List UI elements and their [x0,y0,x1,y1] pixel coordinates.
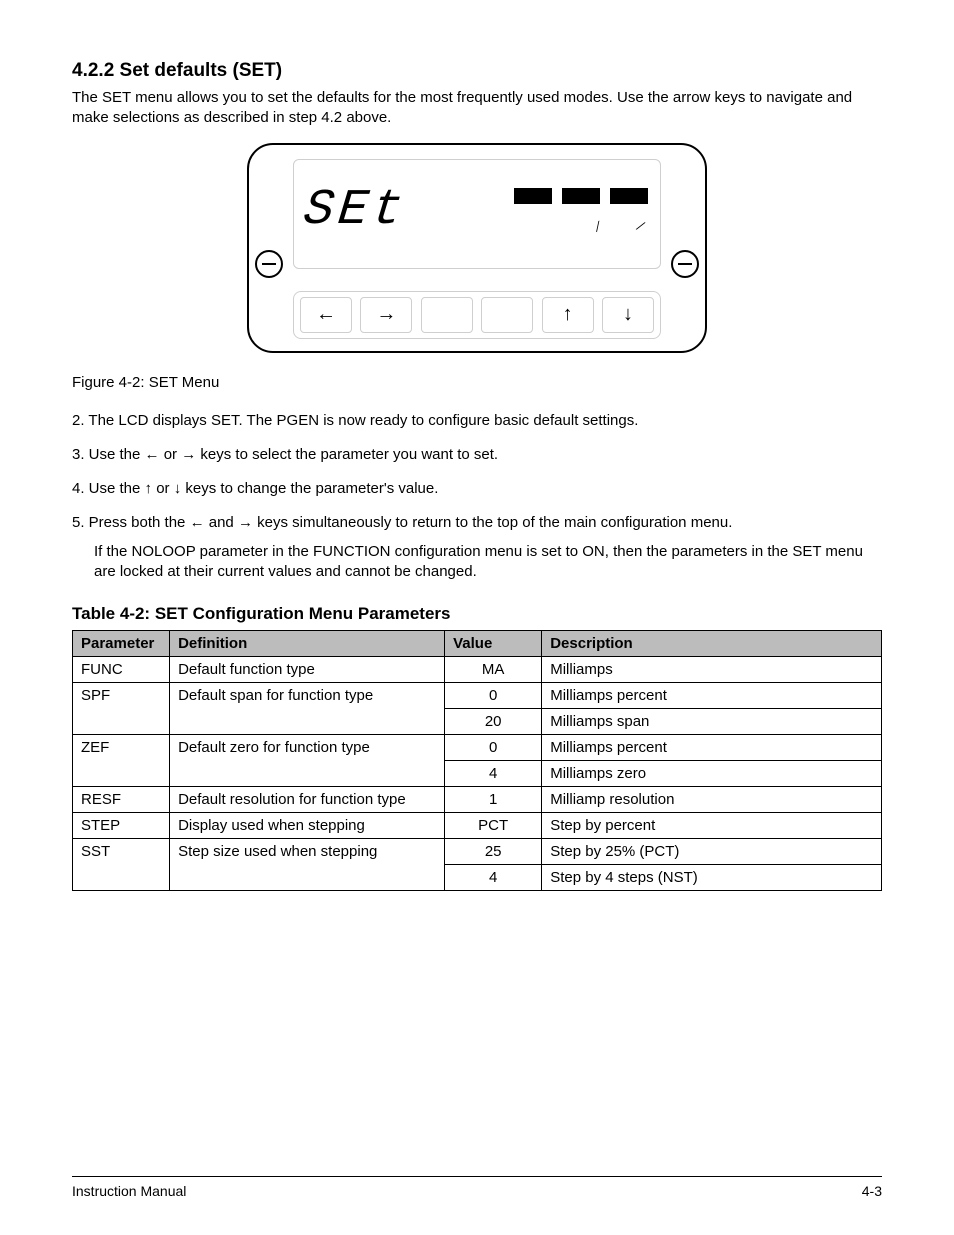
left-arrow-icon: ← [316,303,336,326]
cell-definition: Default function type [170,657,445,683]
lcd-text: SEt [301,182,409,239]
footer-left: Instruction Manual [72,1183,186,1199]
status-bars [514,188,648,204]
cell-parameter: ZEF [73,735,170,787]
cell-value: 1 [445,787,542,813]
table-row: ZEFDefault zero for function type0Millia… [73,735,882,761]
cell-description: Milliamps span [542,709,882,735]
button-row: ← → ↑ ↓ [293,291,661,339]
cell-description: Milliamps zero [542,761,882,787]
cell-parameter: SPF [73,683,170,735]
device-panel: SEt ⁄⁄ ← → ↑ ↓ [247,143,707,353]
right-arrow-icon: → [181,446,196,463]
down-arrow-button[interactable]: ↓ [602,297,654,333]
blank-button-1[interactable] [421,297,473,333]
section-heading: 4.2.2 Set defaults (SET) [72,60,882,82]
th-parameter: Parameter [73,631,170,657]
noloop-note: If the NOLOOP parameter in the FUNCTION … [72,542,882,583]
cell-value: 25 [445,839,542,865]
cell-description: Step by 4 steps (NST) [542,865,882,891]
cell-value: 4 [445,761,542,787]
cell-value: 0 [445,735,542,761]
cell-description: Milliamp resolution [542,787,882,813]
right-arrow-icon: → [238,514,253,531]
blank-button-2[interactable] [481,297,533,333]
screw-right-icon [671,250,699,278]
cell-description: Milliamps [542,657,882,683]
page-footer: Instruction Manual 4-3 [72,1176,882,1199]
led-ticks: ⁄⁄ [597,218,642,234]
cell-definition: Display used when stepping [170,813,445,839]
left-arrow-button[interactable]: ← [300,297,352,333]
cell-description: Step by percent [542,813,882,839]
table-header-row: Parameter Definition Value Description [73,631,882,657]
step-2-text: 2. The LCD displays SET. The PGEN is now… [72,411,882,431]
device-figure: SEt ⁄⁄ ← → ↑ ↓ [72,143,882,358]
step-3-text: 3. Use the ← or → keys to select the par… [72,445,882,465]
step-5-text: 5. Press both the ← and → keys simultane… [72,513,882,582]
status-bar-1 [514,188,552,204]
screw-left-icon [255,250,283,278]
table-row: FUNCDefault function typeMAMilliamps [73,657,882,683]
right-arrow-icon: → [376,303,396,326]
th-description: Description [542,631,882,657]
cell-parameter: FUNC [73,657,170,683]
cell-definition: Default resolution for function type [170,787,445,813]
cell-value: 20 [445,709,542,735]
cell-value: 0 [445,683,542,709]
cell-parameter: SST [73,839,170,891]
table-row: RESFDefault resolution for function type… [73,787,882,813]
th-value: Value [445,631,542,657]
table-row: SSTStep size used when stepping25Step by… [73,839,882,865]
up-arrow-button[interactable]: ↑ [542,297,594,333]
cell-description: Milliamps percent [542,735,882,761]
footer-right: 4-3 [862,1183,882,1199]
up-arrow-icon: ↑ [145,480,153,497]
table-row: STEPDisplay used when steppingPCTStep by… [73,813,882,839]
down-arrow-icon: ↓ [623,303,633,326]
up-arrow-icon: ↑ [563,303,573,326]
cell-value: 4 [445,865,542,891]
cell-definition: Default span for function type [170,683,445,735]
cell-definition: Step size used when stepping [170,839,445,891]
down-arrow-icon: ↓ [174,480,182,497]
lcd-screen: SEt ⁄⁄ [293,159,661,269]
cell-parameter: STEP [73,813,170,839]
cell-value: PCT [445,813,542,839]
cell-description: Milliamps percent [542,683,882,709]
table-row: SPFDefault span for function type0Millia… [73,683,882,709]
cell-definition: Default zero for function type [170,735,445,787]
table-title: Table 4-2: SET Configuration Menu Parame… [72,604,882,624]
figure-caption: Figure 4-2: SET Menu [72,374,882,391]
left-arrow-icon: ← [190,514,205,531]
right-arrow-button[interactable]: → [360,297,412,333]
intro-paragraph: The SET menu allows you to set the defau… [72,88,882,129]
status-bar-2 [562,188,600,204]
status-bar-3 [610,188,648,204]
th-definition: Definition [170,631,445,657]
left-arrow-icon: ← [145,446,160,463]
step-4-text: 4. Use the ↑ or ↓ keys to change the par… [72,479,882,499]
cell-value: MA [445,657,542,683]
parameters-table: Parameter Definition Value Description F… [72,630,882,891]
cell-parameter: RESF [73,787,170,813]
cell-description: Step by 25% (PCT) [542,839,882,865]
